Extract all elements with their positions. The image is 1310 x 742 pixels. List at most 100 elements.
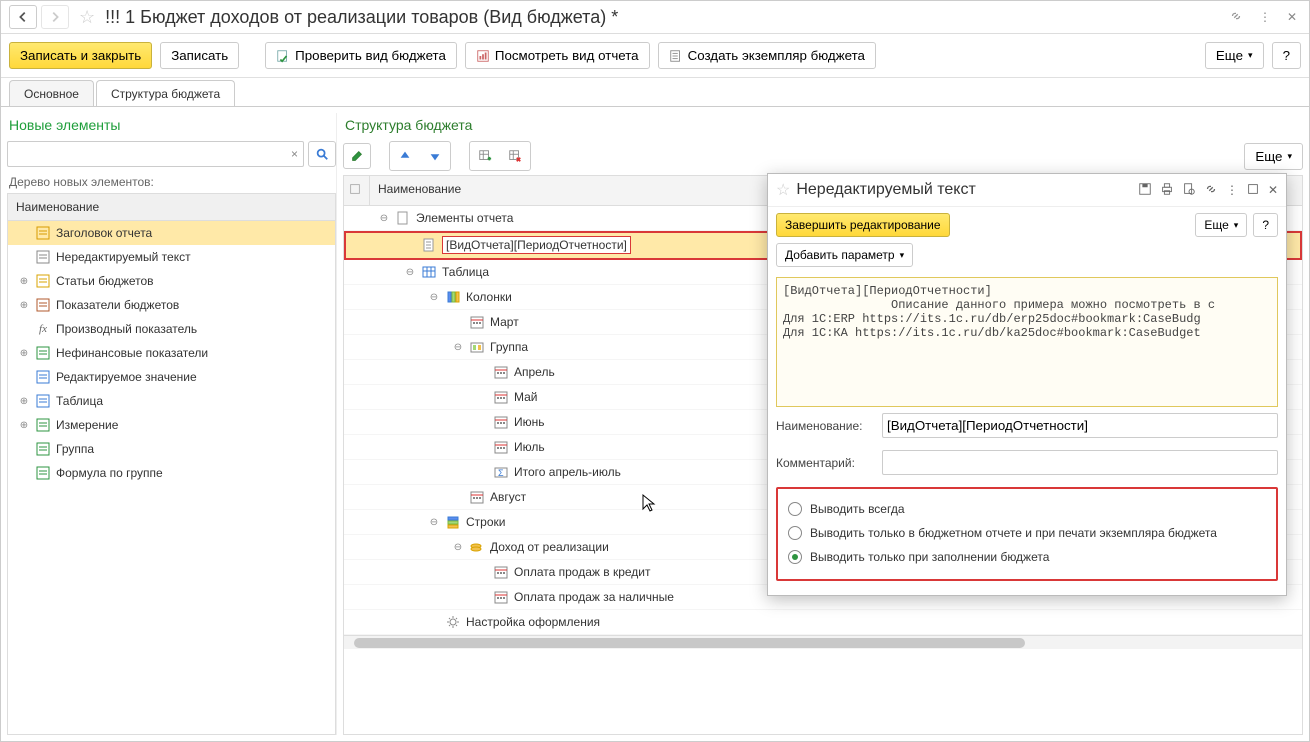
name-label: Наименование:: [776, 419, 876, 433]
row-expand-icon[interactable]: ⊖: [428, 517, 440, 528]
move-down-button[interactable]: [421, 143, 449, 169]
item-label: Производный показатель: [56, 322, 197, 336]
comment-input[interactable]: [882, 450, 1278, 475]
left-tree-item[interactable]: ⊕Измерение: [8, 413, 335, 437]
item-label: Нередактируемый текст: [56, 250, 191, 264]
row-label: Июль: [514, 440, 545, 454]
row-label: Август: [490, 490, 526, 504]
popup-link-icon[interactable]: [1204, 182, 1218, 199]
left-tree-item[interactable]: Нередактируемый текст: [8, 245, 335, 269]
right-panel-title: Структура бюджета: [343, 113, 1303, 137]
popup-save-icon[interactable]: [1138, 182, 1152, 199]
finish-editing-button[interactable]: Завершить редактирование: [776, 213, 950, 237]
item-icon: [36, 274, 50, 288]
save-and-close-button[interactable]: Записать и закрыть: [9, 42, 152, 69]
item-label: Редактируемое значение: [56, 370, 197, 384]
table-remove-button[interactable]: [501, 143, 529, 169]
close-icon[interactable]: ✕: [1283, 8, 1301, 26]
item-label: Заголовок отчета: [56, 226, 152, 240]
item-icon: [36, 418, 50, 432]
left-tree-item[interactable]: Формула по группе: [8, 461, 335, 485]
view-report-button[interactable]: Посмотреть вид отчета: [465, 42, 650, 69]
left-tree-item[interactable]: ⊕Нефинансовые показатели: [8, 341, 335, 365]
popup-star-icon[interactable]: ☆: [776, 180, 790, 200]
comment-label: Комментарий:: [776, 456, 876, 470]
output-mode-option[interactable]: Выводить только в бюджетном отчете и при…: [786, 521, 1268, 545]
row-label: Май: [514, 390, 538, 404]
more-button[interactable]: Еще ▾: [1205, 42, 1264, 69]
tab-main[interactable]: Основное: [9, 80, 94, 107]
col-indicator: [344, 176, 370, 205]
svg-text:Σ: Σ: [498, 468, 504, 478]
row-label: Март: [490, 315, 519, 329]
create-instance-button[interactable]: Создать экземпляр бюджета: [658, 42, 876, 69]
expand-icon[interactable]: ⊕: [18, 348, 30, 359]
item-icon: [36, 250, 50, 264]
favorite-star-icon[interactable]: ☆: [79, 7, 95, 28]
check-budget-type-button[interactable]: Проверить вид бюджета: [265, 42, 457, 69]
left-tree-item[interactable]: ⊕Таблица: [8, 389, 335, 413]
table-add-button[interactable]: [471, 143, 499, 169]
row-label: Строки: [466, 515, 505, 529]
move-up-button[interactable]: [391, 143, 419, 169]
output-mode-option[interactable]: Выводить всегда: [786, 497, 1268, 521]
window-title: !!! 1 Бюджет доходов от реализации товар…: [105, 7, 1221, 28]
save-button[interactable]: Записать: [160, 42, 239, 69]
forward-button[interactable]: [41, 5, 69, 29]
popup-help-button[interactable]: ?: [1253, 213, 1278, 237]
popup-print-icon[interactable]: [1160, 182, 1174, 199]
left-tree-item[interactable]: Заголовок отчета: [8, 221, 335, 245]
left-panel-title: Новые элементы: [7, 113, 336, 137]
popup-kebab-icon[interactable]: ⋮: [1226, 183, 1238, 197]
horizontal-scrollbar[interactable]: [344, 635, 1302, 649]
search-button[interactable]: [308, 141, 336, 167]
popup-preview-icon[interactable]: [1182, 182, 1196, 199]
item-label: Показатели бюджетов: [56, 298, 179, 312]
radio-icon: [788, 526, 802, 540]
help-button[interactable]: ?: [1272, 42, 1301, 69]
left-tree-item[interactable]: Группа: [8, 437, 335, 461]
row-label: Таблица: [442, 265, 489, 279]
row-type-icon: [446, 290, 460, 304]
item-icon: [36, 226, 50, 240]
row-expand-icon[interactable]: ⊖: [452, 542, 464, 553]
expand-icon[interactable]: ⊕: [18, 396, 30, 407]
row-type-icon: [494, 440, 508, 454]
radio-label: Выводить только при заполнении бюджета: [810, 550, 1049, 564]
popup-more-button[interactable]: Еще ▾: [1195, 213, 1247, 237]
row-expand-icon[interactable]: ⊖: [378, 213, 390, 224]
add-parameter-button[interactable]: Добавить параметр ▾: [776, 243, 913, 267]
output-mode-option[interactable]: Выводить только при заполнении бюджета: [786, 545, 1268, 569]
left-tree-item[interactable]: ⊕Статьи бюджетов: [8, 269, 335, 293]
clear-search-icon[interactable]: ×: [291, 147, 298, 161]
expand-icon[interactable]: ⊕: [18, 420, 30, 431]
edit-button[interactable]: [343, 143, 371, 169]
structure-row[interactable]: Настройка оформления: [344, 610, 1302, 635]
output-mode-radio-group: Выводить всегда Выводить только в бюджетн…: [776, 487, 1278, 581]
structure-more-button[interactable]: Еще ▾: [1244, 143, 1303, 170]
back-button[interactable]: [9, 5, 37, 29]
popup-maximize-icon[interactable]: [1246, 182, 1260, 199]
expand-icon[interactable]: ⊕: [18, 300, 30, 311]
kebab-menu-icon[interactable]: ⋮: [1255, 8, 1275, 26]
item-icon: [36, 346, 50, 360]
radio-icon: [788, 550, 802, 564]
radio-label: Выводить только в бюджетном отчете и при…: [810, 526, 1217, 540]
left-tree-item[interactable]: Редактируемое значение: [8, 365, 335, 389]
left-tree-item[interactable]: ⊕ Показатели бюджетов: [8, 293, 335, 317]
expand-icon[interactable]: ⊕: [18, 276, 30, 287]
row-type-icon: [470, 340, 484, 354]
row-type-icon: [470, 540, 484, 554]
row-expand-icon[interactable]: ⊖: [428, 292, 440, 303]
popup-title: Нередактируемый текст: [796, 181, 1132, 199]
link-icon[interactable]: [1225, 7, 1247, 28]
search-input[interactable]: [7, 141, 304, 167]
tab-structure[interactable]: Структура бюджета: [96, 80, 235, 107]
row-expand-icon[interactable]: ⊖: [452, 342, 464, 353]
text-editor[interactable]: [ВидОтчета][ПериодОтчетности] Описание д…: [776, 277, 1278, 407]
left-tree-item[interactable]: fxПроизводный показатель: [8, 317, 335, 341]
name-input[interactable]: [882, 413, 1278, 438]
row-expand-icon[interactable]: ⊖: [404, 267, 416, 278]
item-icon: [36, 298, 50, 312]
popup-close-icon[interactable]: ✕: [1268, 183, 1278, 197]
